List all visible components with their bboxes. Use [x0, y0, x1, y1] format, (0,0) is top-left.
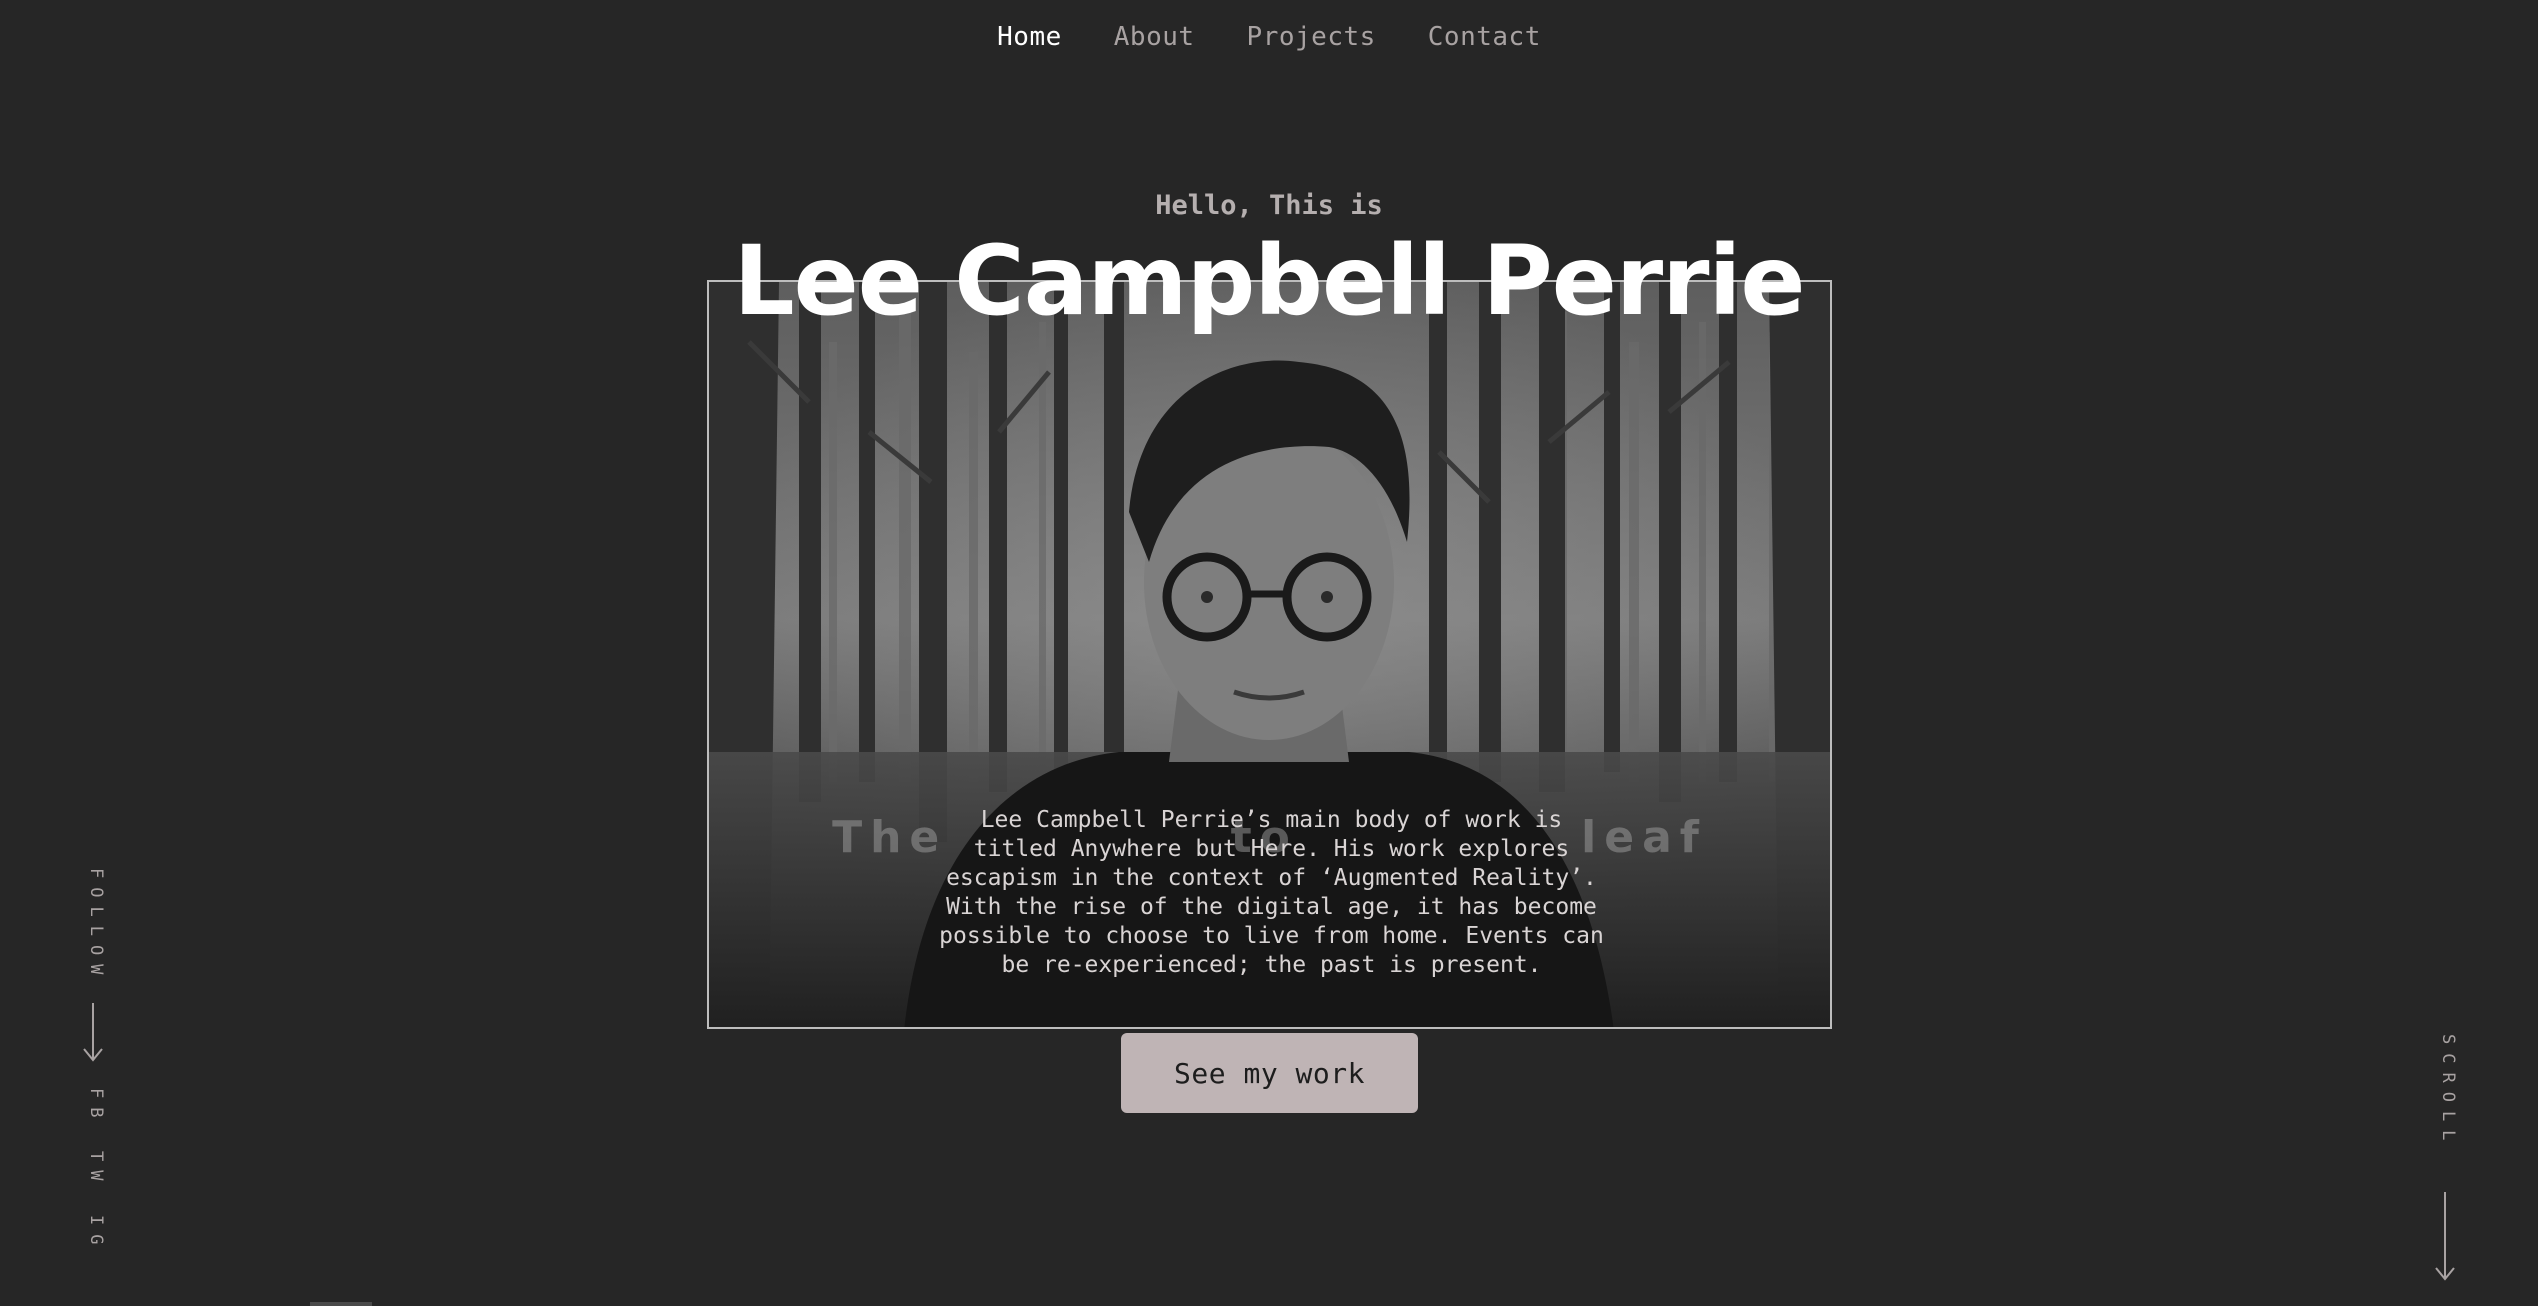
social-fb-link[interactable]: FB — [80, 1088, 106, 1126]
page: Home About Projects Contact Hello, This … — [0, 0, 2538, 1306]
arrow-down-icon — [83, 1003, 103, 1062]
nav-projects[interactable]: Projects — [1247, 22, 1376, 52]
hero-name: Lee Campbell Perrie — [733, 225, 1805, 337]
scroll-indicator[interactable]: SCROLL — [2432, 1034, 2458, 1284]
nav-contact[interactable]: Contact — [1428, 22, 1541, 52]
hero-greeting: Hello, This is — [1155, 190, 1383, 221]
see-my-work-button[interactable]: See my work — [1121, 1033, 1418, 1113]
bottom-scroll-mark — [310, 1302, 372, 1306]
follow-label: FOLLOW — [86, 868, 106, 984]
follow-sidebar: FOLLOW FB TW IG — [80, 868, 106, 1258]
nav-home[interactable]: Home — [997, 22, 1062, 52]
hero-photo-frame: The to leaf Lee Campbell Perrie’s main b… — [707, 280, 1832, 1029]
scroll-label: SCROLL — [2438, 1034, 2458, 1150]
hero-description: Lee Campbell Perrie’s main body of work … — [939, 807, 1604, 978]
nav-about[interactable]: About — [1114, 22, 1195, 52]
arrow-down-icon — [2435, 1192, 2455, 1281]
social-ig-link[interactable]: IG — [80, 1215, 106, 1253]
main-nav: Home About Projects Contact — [0, 22, 2538, 52]
social-tw-link[interactable]: TW — [80, 1151, 106, 1189]
